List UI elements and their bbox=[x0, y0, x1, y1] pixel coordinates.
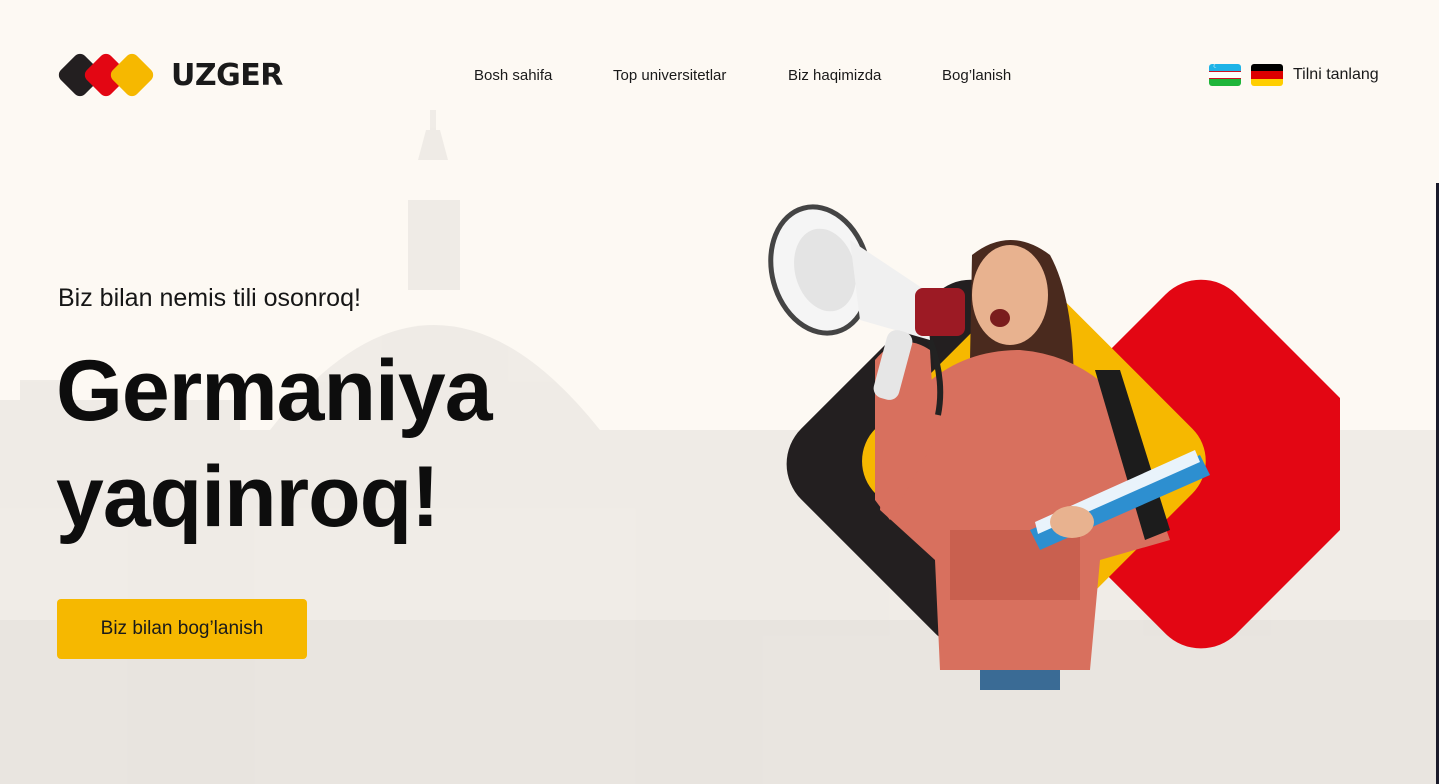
hero-title-line-2: yaqinroq! bbox=[56, 449, 440, 545]
nav-item-about[interactable]: Biz haqimizda bbox=[788, 66, 942, 86]
nav-item-home[interactable]: Bosh sahifa bbox=[474, 66, 613, 86]
site-header: UZGER Bosh sahifa Top universitetlar Biz… bbox=[0, 0, 1439, 150]
student-face bbox=[972, 245, 1048, 345]
hero-title: Germaniya yaqinroq! bbox=[56, 338, 493, 550]
language-label[interactable]: Tilni tanlang bbox=[1293, 66, 1379, 84]
hero-student-illustration bbox=[768, 204, 1340, 690]
contact-us-button[interactable]: Biz bilan bog’lanish bbox=[57, 599, 307, 659]
nav-item-top-universities[interactable]: Top universitetlar bbox=[613, 66, 788, 86]
hero-subtitle: Biz bilan nemis tili osonroq! bbox=[58, 284, 361, 312]
nav-item-contact[interactable]: Bog’lanish bbox=[942, 66, 1011, 86]
main-nav: Bosh sahifa Top universitetlar Biz haqim… bbox=[474, 66, 1011, 86]
language-selector[interactable]: ☾ Tilni tanlang bbox=[1209, 64, 1379, 86]
uzger-logo-mark-icon bbox=[58, 53, 154, 97]
germany-flag-icon[interactable] bbox=[1251, 64, 1283, 86]
brand-logo[interactable]: UZGER bbox=[57, 48, 283, 104]
uzbekistan-flag-icon[interactable]: ☾ bbox=[1209, 64, 1241, 86]
hero-title-line-1: Germaniya bbox=[56, 343, 493, 439]
brand-name: UZGER bbox=[171, 58, 283, 93]
